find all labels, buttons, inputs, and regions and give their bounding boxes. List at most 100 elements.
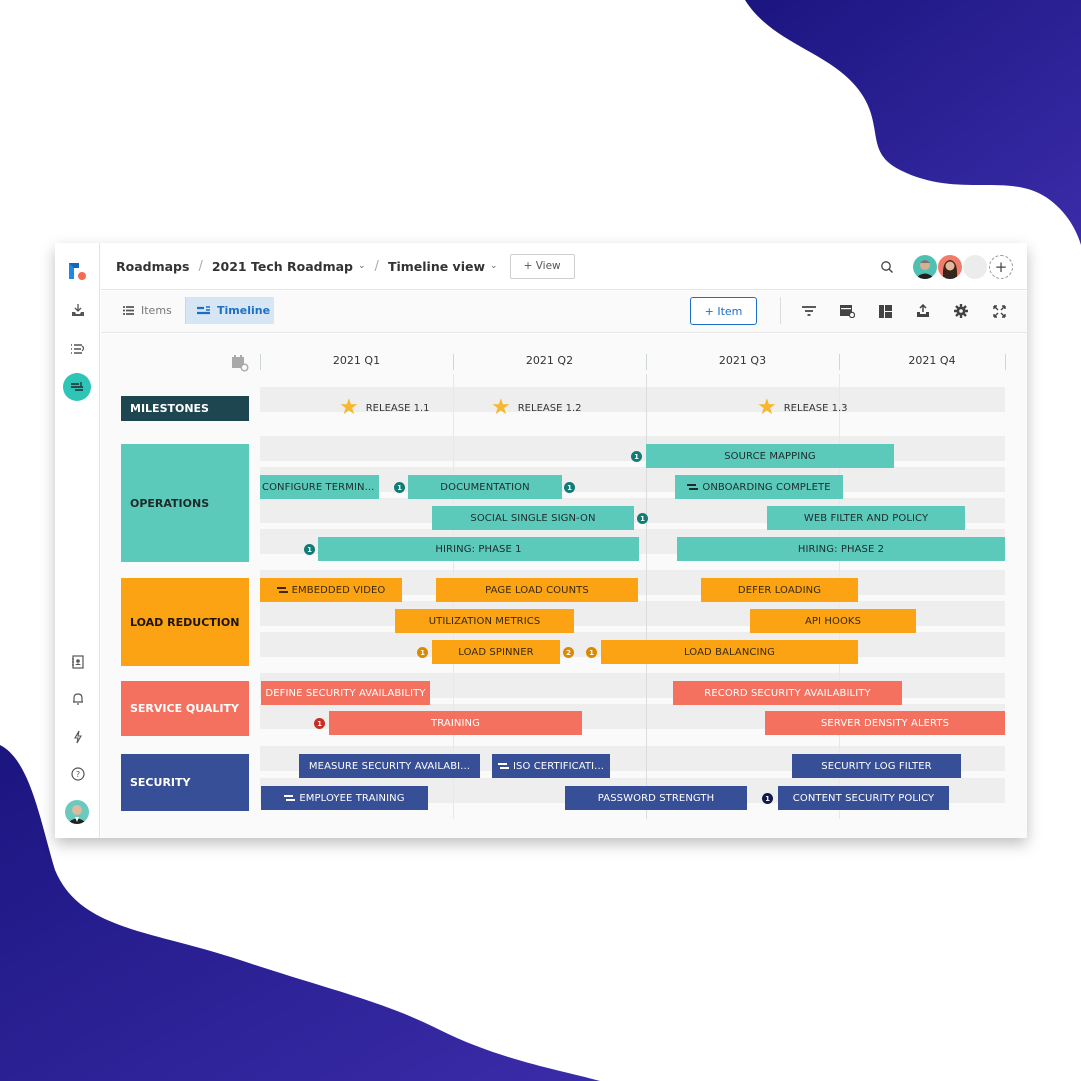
chevron-down-icon[interactable]: ⌄: [490, 261, 498, 271]
milestone-label: RELEASE 1.3: [783, 402, 848, 414]
search-icon[interactable]: [880, 260, 894, 274]
card-settings-icon[interactable]: [837, 301, 857, 321]
dependency-badge[interactable]: 1: [304, 544, 315, 555]
group-label-milestones[interactable]: MILESTONES: [121, 396, 249, 421]
linked-icon: [497, 762, 509, 770]
quarter-header-q1: 2021 Q1: [332, 354, 381, 367]
dependency-badge[interactable]: 2: [563, 647, 574, 658]
milestone[interactable]: ★ RELEASE 1.2: [491, 396, 581, 420]
timeline-bar[interactable]: SECURITY LOG FILTER: [792, 754, 961, 778]
timeline-bar[interactable]: LOAD BALANCING: [601, 640, 858, 664]
bolt-icon[interactable]: [55, 724, 100, 750]
breadcrumb-separator: /: [374, 258, 379, 274]
timeline-bar[interactable]: CONTENT SECURITY POLICY: [778, 786, 949, 810]
milestone[interactable]: ★ RELEASE 1.3: [757, 396, 847, 420]
quarter-header-q3: 2021 Q3: [718, 354, 767, 367]
gear-icon[interactable]: [951, 301, 971, 321]
breadcrumb-view[interactable]: Timeline view: [388, 259, 485, 274]
timeline-bar[interactable]: DEFER LOADING: [701, 578, 858, 602]
dependency-badge[interactable]: 1: [762, 793, 773, 804]
header-actions: +: [880, 255, 1013, 279]
inbox-icon[interactable]: [55, 297, 100, 323]
timeline-bar[interactable]: DEFINE SECURITY AVAILABILITY: [261, 681, 430, 705]
linked-icon: [276, 586, 288, 594]
timeline-bar[interactable]: CONFIGURE TERMIN...: [260, 475, 379, 499]
timeline-bar[interactable]: EMPLOYEE TRAINING: [261, 786, 428, 810]
fullscreen-icon[interactable]: [989, 301, 1009, 321]
timeline-bar[interactable]: SERVER DENSITY ALERTS: [765, 711, 1005, 735]
avatar-3[interactable]: [963, 255, 987, 279]
toolbar: Items Timeline + Item: [101, 291, 1027, 333]
toolbar-divider: [780, 297, 781, 324]
group-label-operations[interactable]: OPERATIONS: [121, 444, 249, 562]
dependency-badge[interactable]: 1: [314, 718, 325, 729]
dependency-badge[interactable]: 1: [637, 513, 648, 524]
breadcrumb-roadmap[interactable]: 2021 Tech Roadmap: [212, 259, 353, 274]
bar-label: ISO CERTIFICATI...: [512, 760, 605, 772]
timeline-bar[interactable]: WEB FILTER AND POLICY: [767, 506, 965, 530]
dependency-badge[interactable]: 1: [586, 647, 597, 658]
linked-icon: [687, 483, 699, 491]
timeline-bar[interactable]: SOCIAL SINGLE SIGN-ON: [432, 506, 634, 530]
timeline-bar[interactable]: SOURCE MAPPING: [646, 444, 894, 468]
timeline-bar[interactable]: ISO CERTIFICATI...: [492, 754, 610, 778]
tab-timeline-label: Timeline: [217, 304, 271, 317]
sidebar: ?: [55, 243, 100, 838]
star-icon: ★: [757, 395, 777, 420]
milestone-label: RELEASE 1.1: [365, 402, 430, 414]
export-icon[interactable]: [913, 301, 933, 321]
grid-line: [646, 374, 647, 819]
timeline-bar[interactable]: HIRING: PHASE 2: [677, 537, 1005, 561]
tab-items[interactable]: Items: [123, 297, 172, 324]
add-member-icon[interactable]: +: [989, 255, 1013, 279]
bell-icon[interactable]: [55, 686, 100, 712]
avatar-1[interactable]: [913, 255, 937, 279]
linked-icon: [284, 794, 296, 802]
filter-icon[interactable]: [799, 301, 819, 321]
timeline-bar[interactable]: PASSWORD STRENGTH: [565, 786, 747, 810]
timeline-bar[interactable]: EMBEDDED VIDEO: [260, 578, 402, 602]
tab-items-label: Items: [141, 304, 172, 317]
group-label-security[interactable]: SECURITY: [121, 754, 249, 811]
milestone[interactable]: ★ RELEASE 1.1: [339, 396, 429, 420]
timeline-bar[interactable]: API HOOKS: [750, 609, 916, 633]
breadcrumb-roadmaps[interactable]: Roadmaps: [116, 259, 189, 274]
timeline-icon: [197, 306, 210, 315]
timeline-bar[interactable]: LOAD SPINNER: [432, 640, 560, 664]
timeline-bar[interactable]: UTILIZATION METRICS: [395, 609, 574, 633]
tab-timeline[interactable]: Timeline: [185, 297, 274, 324]
layout-icon[interactable]: [875, 301, 895, 321]
timeline-bar[interactable]: TRAINING: [329, 711, 582, 735]
timeline-bar[interactable]: RECORD SECURITY AVAILABILITY: [673, 681, 902, 705]
list-icon: [123, 306, 134, 315]
group-label-service-quality[interactable]: SERVICE QUALITY: [121, 681, 249, 736]
top-bar: Roadmaps / 2021 Tech Roadmap ⌄ / Timelin…: [101, 243, 1027, 290]
timeline-bar[interactable]: HIRING: PHASE 1: [318, 537, 639, 561]
quarter-header-q4: 2021 Q4: [908, 354, 956, 367]
timeline-icon[interactable]: [63, 373, 91, 401]
add-item-button[interactable]: + Item: [690, 297, 757, 325]
bar-label: EMBEDDED VIDEO: [291, 584, 386, 596]
timeline-bar[interactable]: DOCUMENTATION: [408, 475, 562, 499]
dependency-badge[interactable]: 1: [394, 482, 405, 493]
list-icon[interactable]: [55, 336, 100, 362]
help-icon[interactable]: ?: [55, 761, 100, 787]
timeline-bar[interactable]: PAGE LOAD COUNTS: [436, 578, 638, 602]
star-icon: ★: [339, 395, 359, 420]
chevron-down-icon[interactable]: ⌄: [358, 261, 366, 271]
dependency-badge[interactable]: 1: [417, 647, 428, 658]
breadcrumb-separator: /: [198, 258, 203, 274]
user-avatar[interactable]: [65, 800, 89, 824]
dependency-badge[interactable]: 1: [631, 451, 642, 462]
contacts-icon[interactable]: [55, 649, 100, 675]
dependency-badge[interactable]: 1: [564, 482, 575, 493]
timeline-bar[interactable]: ONBOARDING COMPLETE: [675, 475, 843, 499]
calendar-settings-icon[interactable]: [232, 355, 249, 372]
group-label-load-reduction[interactable]: LOAD REDUCTION: [121, 578, 249, 666]
milestone-label: RELEASE 1.2: [517, 402, 582, 414]
timeline-bar[interactable]: MEASURE SECURITY AVAILABI...: [299, 754, 480, 778]
avatar-2[interactable]: [938, 255, 962, 279]
timeline-canvas: 2021 Q1 2021 Q2 2021 Q3 2021 Q4 MILESTON…: [101, 334, 1027, 838]
add-view-button[interactable]: + View: [509, 253, 575, 279]
logo[interactable]: [67, 260, 89, 282]
